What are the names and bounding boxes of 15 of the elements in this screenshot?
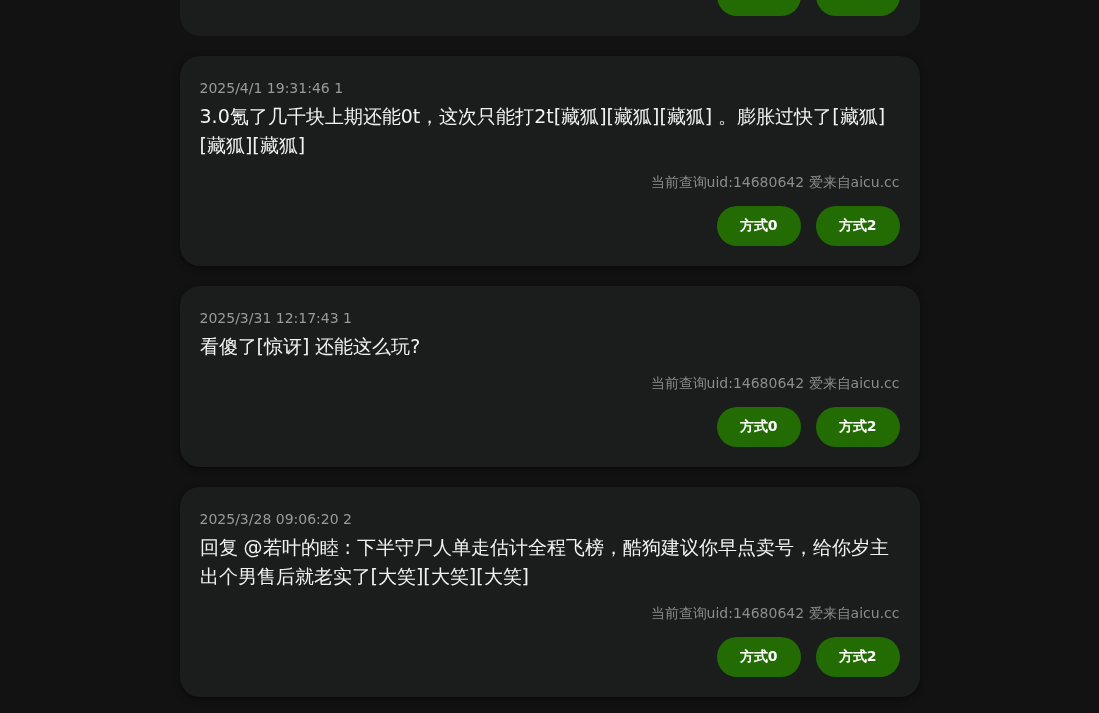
query-info: 当前查询uid:14680642 爱来自aicu.cc <box>649 374 900 393</box>
comment-text: 3.0氪了几千块上期还能0t，这次只能打2t[藏狐][藏狐][藏狐] 。膨胀过快了[藏狐][藏狐][藏狐] <box>199 104 887 158</box>
comment-meta: 2025/3/31 12:17:43 1 <box>199 309 353 328</box>
query-info: 当前查询uid:14680642 爱来自aicu.cc <box>649 604 900 623</box>
comment-text: 回复 @若叶的睦 : 下半守尸人单走估计全程飞榜，酷狗建议你早点卖号，给你岁主出个男售后就老实了[大笑][大笑][大笑] <box>199 535 891 589</box>
method-button[interactable]: 方式2 <box>815 637 900 677</box>
method-button[interactable]: 方式0 <box>716 637 801 677</box>
method-button[interactable]: 方式0 <box>716 407 801 447</box>
method-button[interactable]: 方式2 <box>815 407 900 447</box>
method-button[interactable]: 方式0 <box>716 206 801 246</box>
comment-meta: 2025/4/1 19:31:46 1 <box>199 79 345 98</box>
method-button[interactable]: 方式2 <box>815 206 900 246</box>
comment-text: 看傻了[惊讶] 还能这么玩? <box>199 334 422 359</box>
comment-meta: 2025/3/28 09:06:20 2 <box>199 510 353 529</box>
query-info: 当前查询uid:14680642 爱来自aicu.cc <box>649 173 900 192</box>
